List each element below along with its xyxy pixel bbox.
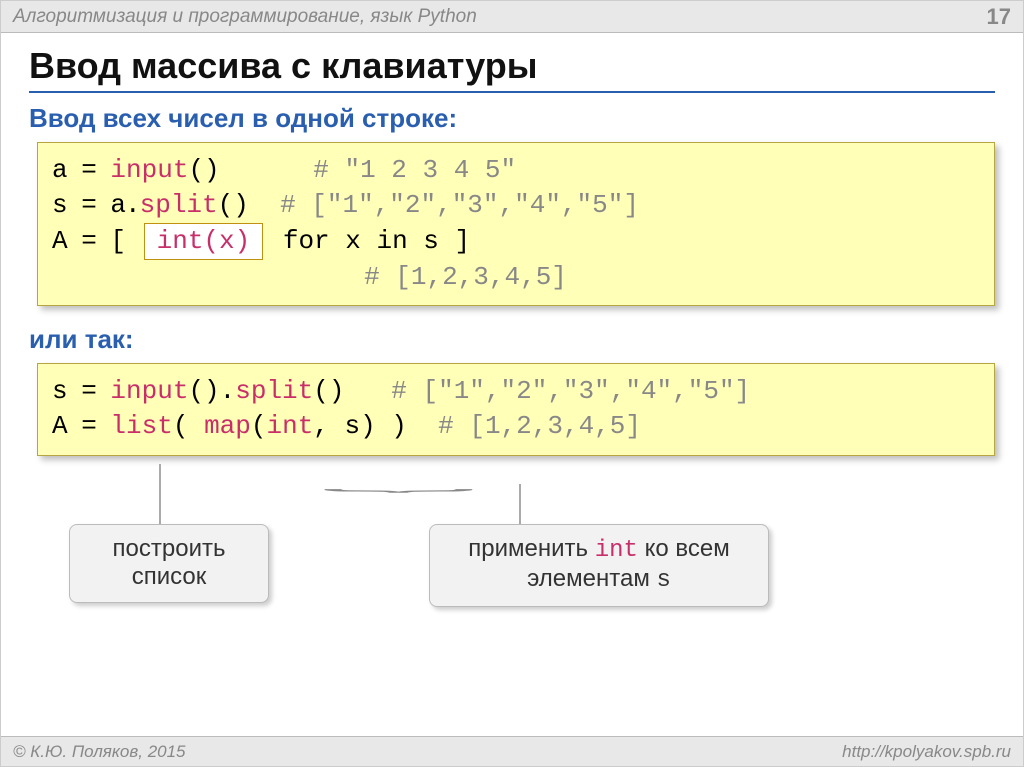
brace-icon: ⏟ (322, 473, 476, 492)
code-block-2: s = input().split() # ["1","2","3","4","… (37, 363, 995, 455)
highlight-box: int(x) (144, 223, 264, 260)
footer-url: http://kpolyakov.spb.ru (842, 742, 1011, 762)
annotations-area: ⏟ построить список применить int ко всем… (29, 474, 995, 644)
callout-apply-int: применить int ко всем элементам s (429, 524, 769, 608)
slide-header: Алгоритмизация и программирование, язык … (1, 1, 1023, 33)
slide-footer: © К.Ю. Поляков, 2015 http://kpolyakov.sp… (1, 736, 1023, 766)
code-line: s = input().split() # ["1","2","3","4","… (52, 374, 980, 409)
code-line: a = input() # "1 2 3 4 5" (52, 153, 980, 188)
pointer-line-icon (159, 464, 161, 526)
slide-content: Ввод массива с клавиатуры Ввод всех чисе… (1, 33, 1023, 644)
or-label: или так: (29, 324, 995, 355)
title-divider (29, 91, 995, 93)
code-line: # [1,2,3,4,5] (52, 260, 980, 295)
code-line: s = a.split() # ["1","2","3","4","5"] (52, 188, 980, 223)
copyright: © К.Ю. Поляков, 2015 (13, 742, 186, 762)
pointer-line-icon (519, 484, 521, 526)
callout-build-list: построить список (69, 524, 269, 604)
section-subtitle: Ввод всех чисел в одной строке: (29, 103, 995, 134)
code-line: A = [ int(x) for x in s ] (52, 223, 980, 260)
code-block-1: a = input() # "1 2 3 4 5" s = a.split() … (37, 142, 995, 306)
code-line: A = list( map(int, s) ) # [1,2,3,4,5] (52, 409, 980, 444)
course-title: Алгоритмизация и программирование, язык … (13, 6, 477, 28)
page-number: 17 (987, 4, 1011, 30)
slide-title: Ввод массива с клавиатуры (29, 45, 995, 87)
